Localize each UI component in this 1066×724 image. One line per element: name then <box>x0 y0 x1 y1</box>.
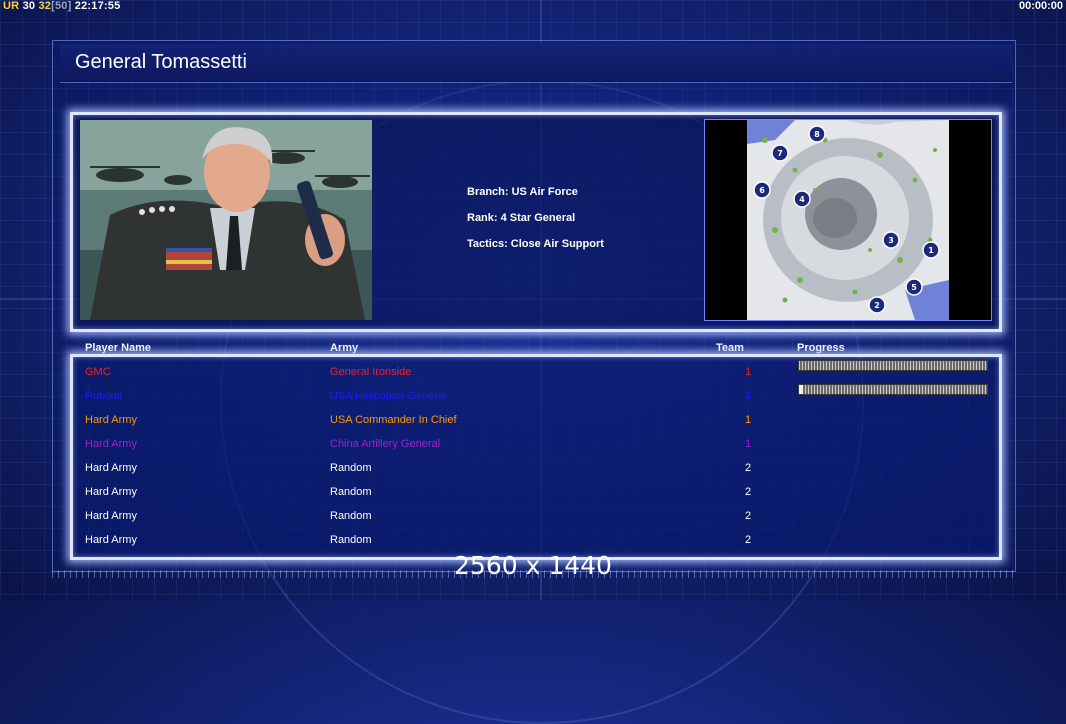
player-team: 1 <box>745 414 752 426</box>
player-progress-fill <box>799 361 987 370</box>
hud-fps-max: [50] <box>51 0 72 12</box>
header-army: Army <box>330 342 359 354</box>
bottom-ruler <box>52 570 1014 578</box>
player-row: Hard Army USA Commander In Chief 1 <box>0 414 1066 430</box>
map-preview: 1 2 3 4 5 6 7 8 <box>704 119 992 321</box>
hud-clock: 22:17:55 <box>74 0 121 12</box>
player-army: China Artillery General <box>330 438 441 450</box>
map-start-6: 6 <box>753 181 771 199</box>
player-row: Hard Army Random 2 <box>0 486 1066 502</box>
player-name: Hard Army <box>85 414 137 426</box>
rank-text: Rank: 4 Star General <box>467 212 576 224</box>
player-row: Hard Army Random 2 <box>0 534 1066 550</box>
player-team: 1 <box>745 438 752 450</box>
header-player-name: Player Name <box>85 342 152 354</box>
svg-text:7: 7 <box>777 149 783 158</box>
player-row: Hard Army Random 2 <box>0 462 1066 478</box>
player-row: Hard Army Random 2 <box>0 510 1066 526</box>
player-progress-bar <box>798 360 988 371</box>
branch-text: Branch: US Air Force <box>467 186 578 198</box>
player-team: 1 <box>745 390 752 402</box>
map-start-8: 8 <box>808 125 826 143</box>
hud-fps-limit: 32 <box>38 0 52 12</box>
player-row: Hard Army China Artillery General 1 <box>0 438 1066 454</box>
general-portrait <box>80 120 372 320</box>
svg-text:4: 4 <box>799 195 805 204</box>
player-name: Hard Army <box>85 534 137 546</box>
map-start-7: 7 <box>771 144 789 162</box>
svg-text:2: 2 <box>874 301 880 310</box>
player-team: 2 <box>745 486 752 498</box>
svg-text:6: 6 <box>759 186 765 195</box>
player-row: GMC General Ironside 1 <box>0 360 1066 382</box>
svg-text:5: 5 <box>911 283 917 292</box>
player-team: 2 <box>745 534 752 546</box>
map-start-3: 3 <box>882 231 900 249</box>
map-start-5: 5 <box>905 278 923 296</box>
player-name: Rubsdit <box>85 390 123 402</box>
player-name: GMC <box>85 366 111 378</box>
map-start-2: 2 <box>868 296 886 314</box>
general-details: Branch: US Air Force Rank: 4 Star Genera… <box>467 186 604 264</box>
player-army: Random <box>330 510 372 522</box>
header-team: Team <box>716 342 744 354</box>
svg-text:1: 1 <box>928 246 934 255</box>
general-title: General Tomassetti <box>75 51 247 73</box>
player-team: 1 <box>745 366 752 378</box>
player-name: Hard Army <box>85 438 137 450</box>
map-start-1: 1 <box>922 241 940 259</box>
svg-text:8: 8 <box>814 130 820 139</box>
player-army: USA Helicopter General <box>330 390 447 402</box>
player-army: General Ironside <box>330 366 412 378</box>
player-army: Random <box>330 462 372 474</box>
map-start-4: 4 <box>793 190 811 208</box>
fps-counter: UR 30 32[50] 22:17:55 <box>3 0 120 12</box>
player-name: Hard Army <box>85 486 137 498</box>
player-army: Random <box>330 486 372 498</box>
player-name: Hard Army <box>85 462 137 474</box>
player-team: 2 <box>745 510 752 522</box>
hud-prefix: UR <box>3 0 20 12</box>
header-progress: Progress <box>797 342 845 354</box>
player-name: Hard Army <box>85 510 137 522</box>
player-team: 2 <box>745 462 752 474</box>
tactics-text: Tactics: Close Air Support <box>467 238 604 250</box>
game-timer: 00:00:00 <box>1018 0 1063 12</box>
svg-text:3: 3 <box>888 236 894 245</box>
player-army: USA Commander In Chief <box>330 414 457 426</box>
player-progress-bar <box>798 384 988 395</box>
player-row: Rubsdit USA Helicopter General 1 <box>0 384 1066 406</box>
hud-fps-current: 30 <box>22 0 36 12</box>
player-army: Random <box>330 534 372 546</box>
player-progress-fill <box>799 385 803 394</box>
